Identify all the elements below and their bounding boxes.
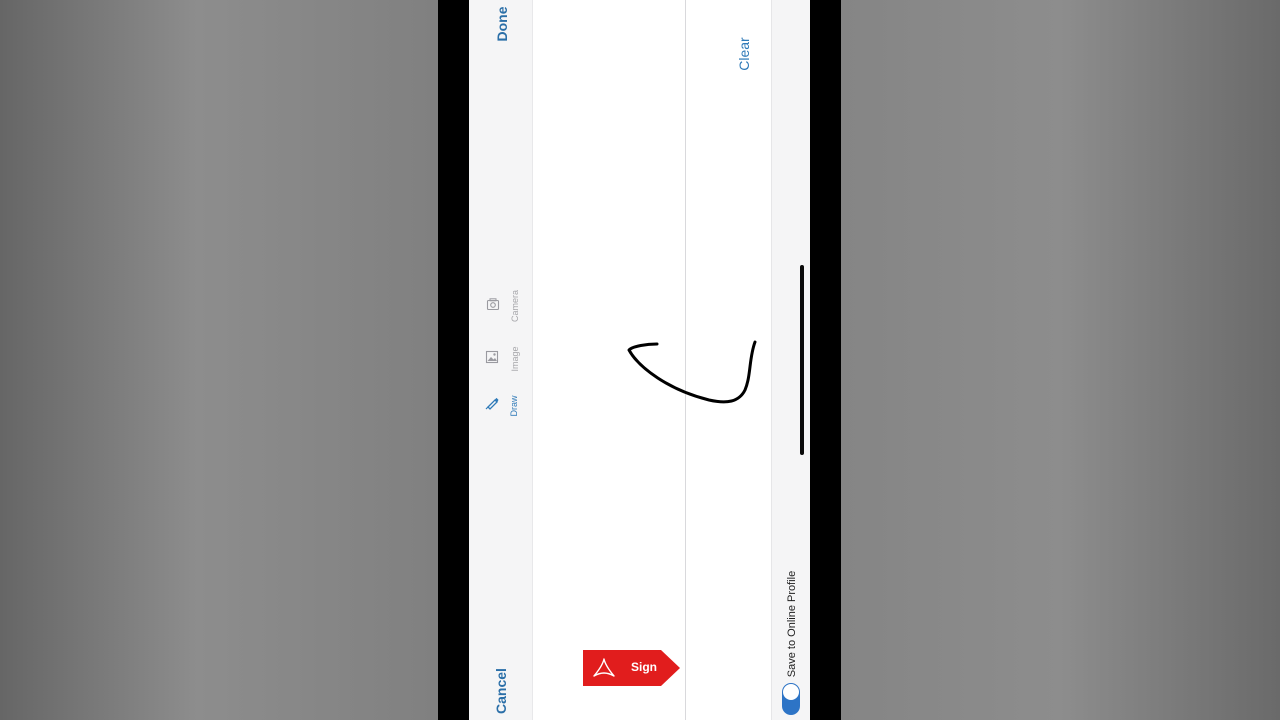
tool-camera-label: Camera bbox=[510, 290, 520, 323]
background-left bbox=[0, 0, 438, 720]
toggle-knob bbox=[783, 684, 799, 700]
background-right bbox=[841, 0, 1280, 720]
home-indicator bbox=[800, 265, 804, 455]
signature-screen: Done Camera Image Draw Cancel Clear Sign… bbox=[469, 0, 810, 720]
save-online-toggle[interactable] bbox=[782, 683, 800, 715]
tool-draw-label: Draw bbox=[509, 395, 519, 417]
tool-image-label: Image bbox=[510, 346, 520, 372]
signature-stroke bbox=[627, 340, 757, 404]
acrobat-logo-icon bbox=[593, 658, 615, 677]
pen-icon bbox=[485, 397, 499, 410]
camera-icon bbox=[486, 298, 500, 311]
device-frame: Done Camera Image Draw Cancel Clear Sign… bbox=[438, 0, 841, 720]
signature-toolbar: Done Camera Image Draw Cancel bbox=[469, 0, 533, 720]
clear-button[interactable]: Clear bbox=[735, 32, 753, 76]
sign-tag-label: Sign bbox=[631, 660, 657, 674]
image-icon bbox=[485, 350, 499, 364]
save-online-label: Save to Online Profile bbox=[786, 570, 798, 678]
cancel-button[interactable]: Cancel bbox=[492, 666, 510, 716]
done-button[interactable]: Done bbox=[493, 4, 511, 44]
